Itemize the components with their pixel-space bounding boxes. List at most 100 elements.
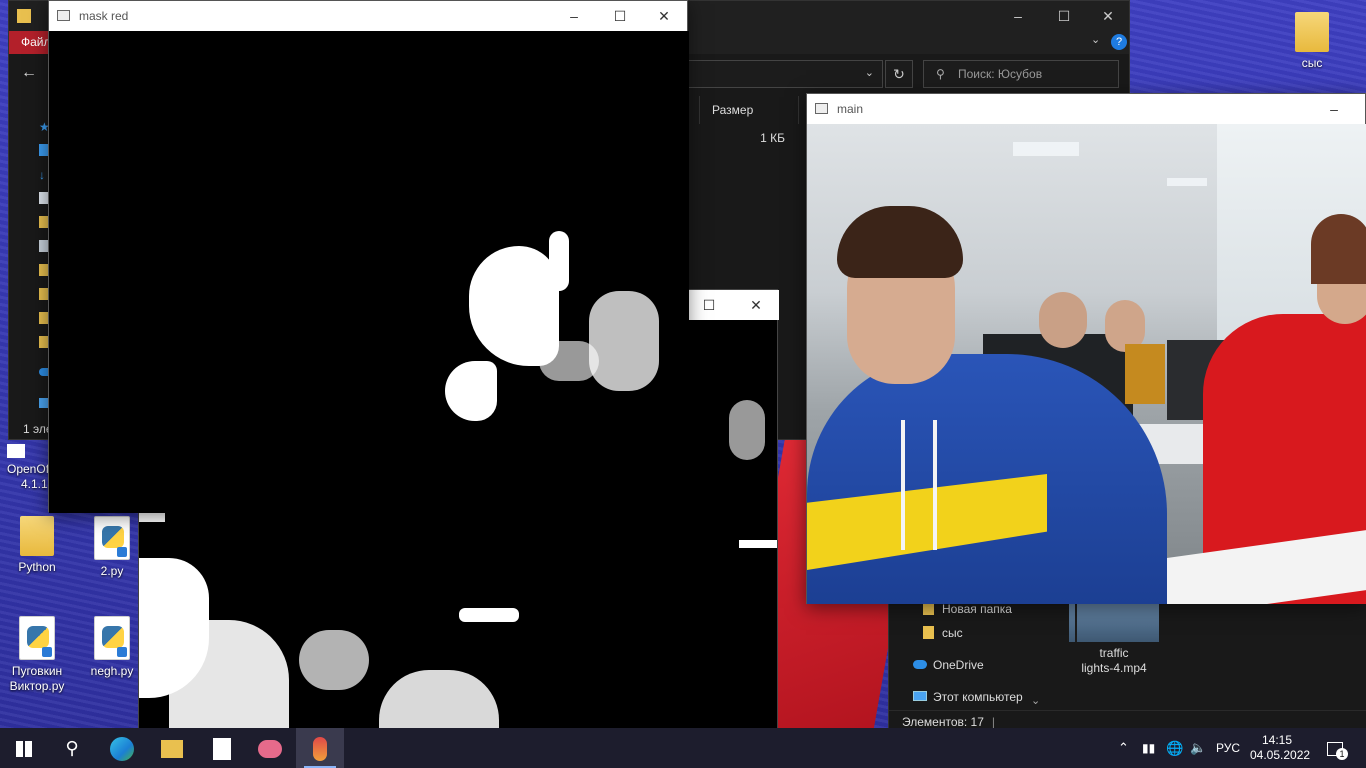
ceiling-light [1013, 142, 1079, 156]
nav-item-onedrive[interactable]: OneDrive [913, 658, 984, 672]
mask-red-canvas [49, 31, 689, 513]
nav-item-this-pc[interactable]: Этот компьютер [913, 690, 1023, 704]
desktop-icon-label: negh.py [90, 664, 134, 678]
maximize-button[interactable]: ☐ [689, 290, 729, 320]
edge-icon [110, 737, 134, 762]
desktop-icon-label: сыс [1301, 56, 1323, 70]
desktop-icon-label: 2.py [100, 564, 124, 578]
search-placeholder: Поиск: Юсубов [958, 67, 1043, 81]
window-title: mask red [79, 9, 129, 23]
mask-blob [729, 400, 765, 460]
mask-blob [299, 630, 369, 690]
item-count: Элементов: 17 [902, 715, 984, 728]
minimize-button[interactable]: – [551, 1, 597, 31]
main-window: main – [806, 93, 1366, 604]
main-titlebar: main – [807, 94, 1365, 124]
folder-icon [923, 626, 934, 639]
explorer-sidebar: ★ ↓ [9, 94, 53, 424]
notifications-button[interactable]: 1 [1320, 728, 1350, 768]
file-tab[interactable]: Файл [9, 31, 53, 54]
close-button[interactable]: ✕ [641, 1, 687, 31]
nav-item-label: Этот компьютер [933, 690, 1023, 704]
maximize-button[interactable]: ☐ [597, 1, 643, 31]
mask-blob [539, 341, 599, 381]
mask-blob [379, 670, 499, 728]
python-file-icon [19, 616, 55, 660]
search-input[interactable]: ⚲ Поиск: Юсубов [923, 60, 1119, 88]
webcam-frame [807, 124, 1366, 604]
mask-blob [739, 540, 777, 548]
clock[interactable]: 14:15 04.05.2022 [1250, 728, 1311, 768]
mask-red-titlebar: mask red – ☐ ✕ [49, 1, 687, 31]
minimize-button[interactable]: – [995, 1, 1041, 31]
edge-taskbar-icon[interactable] [98, 728, 146, 768]
student-head [1039, 292, 1087, 348]
nav-item-new-folder[interactable]: Новая папка [923, 602, 1012, 616]
search-icon: ⚲ [936, 67, 945, 81]
status-bar: Элементов: 17 | [889, 710, 1366, 728]
back-arrow-icon[interactable]: ← [21, 64, 37, 82]
close-button[interactable]: ✕ [733, 290, 779, 320]
window-icon [815, 103, 828, 114]
help-icon[interactable]: ? [1111, 34, 1127, 50]
clock-time: 14:15 [1261, 733, 1293, 747]
notification-badge: 1 [1336, 748, 1348, 760]
hoodie-string [933, 420, 937, 550]
refresh-button[interactable]: ↻ [885, 60, 913, 88]
python-file-icon [213, 738, 231, 761]
python-file-icon [94, 516, 130, 560]
nav-item-sys[interactable]: сыс [923, 626, 963, 640]
hoodie-string [901, 420, 905, 550]
python-running-taskbar-icon[interactable] [296, 728, 344, 768]
python-taskbar-icon[interactable] [198, 728, 246, 768]
computer-icon [913, 691, 927, 701]
mask-back-titlebar: ☐ ✕ [689, 290, 779, 320]
desktop-icon-python[interactable]: Python [1, 516, 73, 575]
battery-icon[interactable]: ▮▮ [1142, 728, 1155, 768]
window-icon [57, 10, 70, 21]
search-icon: ⚲ [65, 738, 79, 758]
chevron-down-icon[interactable]: ⌄ [865, 66, 874, 79]
nav-item-label: OneDrive [933, 658, 984, 672]
paint-taskbar-icon[interactable] [246, 728, 294, 768]
file-name: traffic [1099, 646, 1129, 660]
folder-icon [161, 740, 183, 759]
python-file-icon [94, 616, 130, 660]
student-shirt [1125, 344, 1165, 404]
mask-blob [169, 620, 289, 728]
explorer-taskbar-icon[interactable] [148, 728, 196, 768]
chevron-down-icon[interactable]: ⌄ [1031, 694, 1040, 707]
mask-blob [139, 512, 165, 522]
address-bar[interactable]: ⌄ [687, 60, 883, 88]
network-icon[interactable]: 🌐 [1166, 728, 1183, 768]
search-button[interactable]: ⚲ [48, 728, 96, 768]
file-item-traffic[interactable]: traffic lights-4.mp4 [1059, 646, 1169, 676]
start-button[interactable] [0, 728, 48, 768]
nav-item-label: сыс [942, 626, 963, 640]
taskbar: ⚲ ⌃ ▮▮ 🌐 🔈 РУС 14:15 04.05.2022 1 [0, 728, 1366, 768]
desktop-icon-sys[interactable]: сыс [1276, 12, 1348, 71]
clock-date: 04.05.2022 [1250, 748, 1311, 762]
person-hair [837, 206, 963, 278]
show-hidden-icons-chevron-icon[interactable]: ⌃ [1118, 728, 1129, 768]
column-header-size[interactable]: Размер [699, 96, 799, 124]
nav-item-label: Новая папка [942, 602, 1012, 616]
volume-icon[interactable]: 🔈 [1190, 728, 1206, 768]
desktop-icon-label: Пуговкин Виктор.py [9, 664, 65, 693]
desktop-icon-pugovkin[interactable]: Пуговкин Виктор.py [1, 616, 73, 694]
close-button[interactable]: ✕ [1085, 1, 1131, 31]
onedrive-icon [913, 660, 927, 669]
file-size-cell: 1 КБ [760, 131, 785, 145]
ceiling-light [1167, 178, 1207, 186]
minimize-button[interactable]: – [1311, 94, 1357, 124]
desktop: сыс OpenOf 4.1.1 Python 2.py Пуговкин Ви… [0, 0, 1366, 728]
file-explorer-window-2: Новая папка сыс OneDrive Этот компьютер … [888, 596, 1366, 728]
mask-blob [445, 361, 497, 421]
language-indicator[interactable]: РУС [1216, 728, 1240, 768]
video-thumbnail[interactable] [1069, 600, 1159, 642]
chevron-down-icon[interactable]: ⌄ [1091, 33, 1100, 46]
paint-icon [258, 740, 282, 759]
window-title: main [837, 102, 864, 116]
maximize-button[interactable]: ☐ [1041, 1, 1087, 31]
mask-blob [589, 291, 659, 391]
